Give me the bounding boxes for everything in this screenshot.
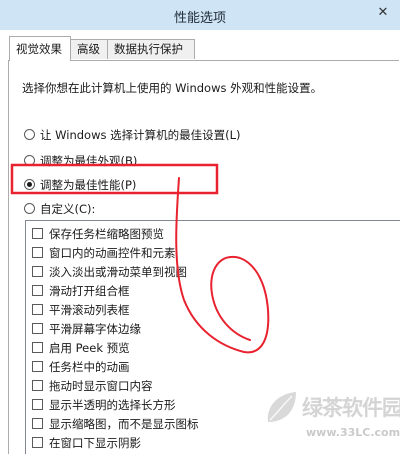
checkbox-label: 在窗口下显示阴影 — [49, 436, 141, 450]
radio-button[interactable] — [24, 203, 35, 214]
radio-button[interactable] — [24, 155, 35, 166]
checkbox[interactable] — [32, 418, 43, 429]
radio-label: 调整为最佳性能(P) — [40, 178, 137, 192]
radio-button-selected[interactable] — [24, 179, 35, 190]
checkbox[interactable] — [32, 399, 43, 410]
tab-visual-effects[interactable]: 视觉效果 — [9, 36, 71, 61]
checkbox[interactable] — [32, 266, 43, 277]
checkbox[interactable] — [32, 285, 43, 296]
checkbox-label: 拖动时显示窗口内容 — [49, 379, 153, 393]
checkbox[interactable] — [32, 247, 43, 258]
checkbox-label: 启用 Peek 预览 — [49, 341, 130, 355]
checkbox-label: 显示缩略图，而不是显示图标 — [49, 417, 199, 431]
checkbox-label: 窗口内的动画控件和元素 — [49, 246, 176, 260]
tab-advanced[interactable]: 高级 — [70, 39, 108, 59]
checkbox[interactable] — [32, 380, 43, 391]
window-title: 性能选项 — [173, 11, 226, 26]
checkbox-label: 任务栏中的动画 — [49, 360, 130, 374]
radio-label: 自定义(C): — [40, 202, 96, 216]
checkbox-label: 平滑滚动列表框 — [49, 303, 130, 317]
checkbox-label: 淡入淡出或滑动菜单到视图 — [49, 265, 187, 279]
watermark: 绿茶软件园 www.33LC.com — [262, 384, 400, 454]
radio-button[interactable] — [24, 129, 35, 140]
checkbox-label: 滑动打开组合框 — [49, 284, 130, 298]
checkbox[interactable] — [32, 228, 43, 239]
tab-data-execution-prevention[interactable]: 数据执行保护 — [107, 39, 195, 59]
tab-strip: 视觉效果 高级 数据执行保护 — [0, 30, 400, 61]
radio-label: 调整为最佳外观(B) — [40, 154, 138, 168]
leaf-logo-icon — [267, 392, 296, 422]
description-text: 选择你想在此计算机上使用的 Windows 外观和性能设置。 — [22, 81, 323, 95]
checkbox[interactable] — [32, 437, 43, 448]
radio-label: 让 Windows 选择计算机的最佳设置(L) — [40, 128, 241, 142]
checkbox[interactable] — [32, 342, 43, 353]
checkbox-label: 保存任务栏缩略图预览 — [49, 227, 164, 241]
watermark-url: www.33LC.com — [306, 426, 400, 439]
watermark-text: 绿茶软件园 — [302, 396, 400, 420]
checkbox-label: 平滑屏幕字体边缘 — [49, 322, 141, 336]
checkbox[interactable] — [32, 323, 43, 334]
close-icon[interactable]: ✕ — [372, 2, 394, 24]
checkbox[interactable] — [32, 304, 43, 315]
checkbox[interactable] — [32, 361, 43, 372]
checkbox-label: 显示半透明的选择长方形 — [49, 398, 176, 412]
title-bar: 性能选项 ✕ — [0, 0, 400, 30]
